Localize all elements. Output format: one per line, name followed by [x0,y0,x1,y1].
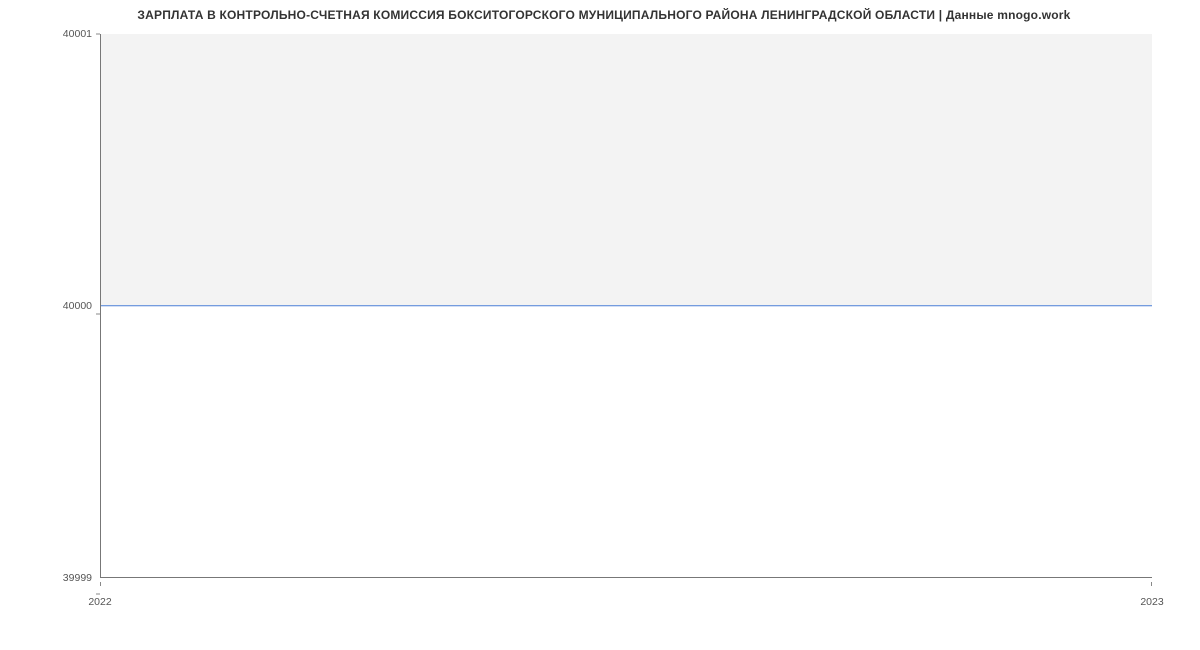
y-tick-label: 40000 [63,300,92,312]
plot-area [100,34,1152,578]
salary-data-line [101,305,1152,307]
y-tick-label: 39999 [63,572,92,584]
x-axis: 2022 2023 [100,582,1152,602]
plot-background-upper [101,34,1152,306]
y-tick-label: 40001 [63,28,92,40]
x-tick-label: 2023 [1140,596,1163,608]
x-tick-mark [100,582,101,586]
x-tick-label: 2022 [88,596,111,608]
plot-background-lower [101,306,1152,578]
plot-wrapper: 40001 40000 39999 2022 2023 [48,34,1160,594]
chart-title: ЗАРПЛАТА В КОНТРОЛЬНО-СЧЕТНАЯ КОМИССИЯ Б… [48,0,1160,34]
y-axis: 40001 40000 39999 [48,34,98,578]
x-tick-mark [1151,582,1152,586]
salary-chart: ЗАРПЛАТА В КОНТРОЛЬНО-СЧЕТНАЯ КОМИССИЯ Б… [48,0,1160,620]
